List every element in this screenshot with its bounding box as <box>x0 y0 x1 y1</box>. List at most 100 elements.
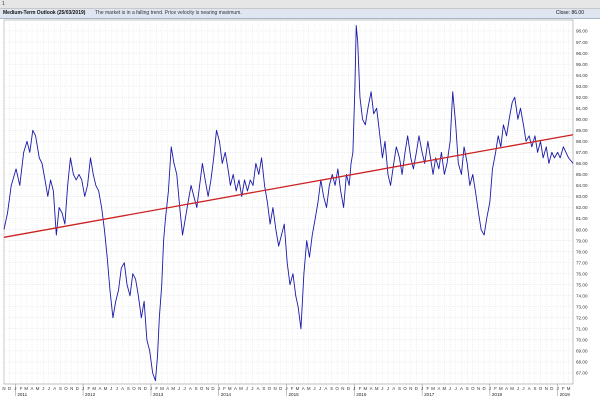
y-tick-label: 97.00 <box>576 40 588 45</box>
x-month-label: F <box>155 386 158 391</box>
x-year-label: 2016 <box>356 392 367 397</box>
x-month-label: D <box>8 386 11 391</box>
x-month-label: D <box>76 386 79 391</box>
x-year-label: 2012 <box>85 392 96 397</box>
y-tick-label: 91.00 <box>576 106 588 111</box>
x-month-label: A <box>437 386 440 391</box>
x-month-label: N <box>477 386 480 391</box>
x-month-label: J <box>319 386 321 391</box>
x-month-label: M <box>375 386 379 391</box>
x-month-label: F <box>494 386 497 391</box>
x-month-label: A <box>121 386 124 391</box>
y-tick-label: 98.00 <box>576 29 588 34</box>
x-year-label: 2018 <box>492 392 503 397</box>
x-month-label: M <box>510 386 514 391</box>
y-tick-label: 78.00 <box>576 249 588 254</box>
y-tick-label: 73.00 <box>576 304 588 309</box>
x-month-label: N <box>138 386 141 391</box>
x-month-label: M <box>307 386 311 391</box>
x-month-label: S <box>195 386 198 391</box>
x-month-label: F <box>223 386 226 391</box>
y-tick-label: 96.00 <box>576 51 588 56</box>
x-month-label: N <box>2 386 5 391</box>
plot-area <box>3 19 574 385</box>
y-tick-label: 83.00 <box>576 194 588 199</box>
x-month-label: M <box>160 386 164 391</box>
x-month-label: A <box>31 386 34 391</box>
x-month-label: M <box>567 386 571 391</box>
x-month-label: D <box>211 386 214 391</box>
x-month-label: J <box>455 386 457 391</box>
y-tick-label: 86.00 <box>576 161 588 166</box>
x-month-label: A <box>460 386 463 391</box>
x-month-label: S <box>59 386 62 391</box>
y-tick-label: 82.00 <box>576 205 588 210</box>
x-month-label: A <box>98 386 101 391</box>
x-month-label: O <box>200 386 204 391</box>
x-month-label: M <box>171 386 175 391</box>
x-month-label: D <box>279 386 282 391</box>
x-month-label: J <box>387 386 389 391</box>
x-month-label: M <box>443 386 447 391</box>
y-tick-label: 90.00 <box>576 117 588 122</box>
x-month-label: O <box>335 386 339 391</box>
x-month-label: J <box>517 386 519 391</box>
x-month-label: N <box>206 386 209 391</box>
x-month-label: N <box>70 386 73 391</box>
x-month-label: J <box>48 386 50 391</box>
x-month-label: A <box>189 386 192 391</box>
x-month-label: M <box>92 386 96 391</box>
x-month-label: F <box>291 386 294 391</box>
x-month-label: N <box>409 386 412 391</box>
x-month-label: F <box>427 386 430 391</box>
x-month-label: M <box>24 386 28 391</box>
y-tick-label: 95.00 <box>576 62 588 67</box>
x-month-label: O <box>403 386 407 391</box>
x-month-label: D <box>415 386 418 391</box>
x-month-label: A <box>528 386 531 391</box>
x-month-label: M <box>36 386 40 391</box>
x-month-label: O <box>132 386 136 391</box>
price-chart[interactable]: 67.00 68.00 69.00 70.00 71.00 72.00 73.00 74.00… <box>0 0 600 400</box>
y-tick-label: 84.00 <box>576 183 588 188</box>
x-month-label: J <box>313 386 315 391</box>
y-tick-label: 80.00 <box>576 227 588 232</box>
x-month-label: F <box>562 386 565 391</box>
x-month-label: J <box>116 386 118 391</box>
y-tick-label: 70.00 <box>576 338 588 343</box>
y-tick-label: 93.00 <box>576 84 588 89</box>
x-year-label: 2015 <box>288 392 299 397</box>
x-month-label: F <box>20 386 23 391</box>
x-month-label: O <box>539 386 543 391</box>
x-month-label: O <box>471 386 475 391</box>
x-month-label: M <box>296 386 300 391</box>
x-month-label: F <box>359 386 362 391</box>
x-month-label: S <box>127 386 130 391</box>
y-tick-label: 87.00 <box>576 150 588 155</box>
x-year-label: 2019 <box>560 392 571 397</box>
x-month-label: A <box>166 386 169 391</box>
x-month-label: N <box>274 386 277 391</box>
y-tick-label: 89.00 <box>576 128 588 133</box>
x-year-label: 2011 <box>17 392 27 397</box>
y-tick-label: 74.00 <box>576 293 588 298</box>
x-month-label: N <box>341 386 344 391</box>
y-tick-label: 92.00 <box>576 95 588 100</box>
x-month-label: D <box>483 386 486 391</box>
y-tick-label: 76.00 <box>576 271 588 276</box>
x-month-label: A <box>234 386 237 391</box>
x-month-label: A <box>392 386 395 391</box>
y-tick-label: 81.00 <box>576 216 588 221</box>
y-tick-label: 88.00 <box>576 139 588 144</box>
x-month-label: A <box>324 386 327 391</box>
x-month-label: J <box>42 386 44 391</box>
x-month-label: J <box>381 386 383 391</box>
y-tick-label: 69.00 <box>576 349 588 354</box>
y-tick-label: 71.00 <box>576 327 588 332</box>
x-month-label: J <box>183 386 185 391</box>
x-month-label: M <box>363 386 367 391</box>
x-month-label: M <box>104 386 108 391</box>
x-month-label: J <box>178 386 180 391</box>
x-year-label: 2014 <box>221 392 232 397</box>
x-month-label: J <box>246 386 248 391</box>
